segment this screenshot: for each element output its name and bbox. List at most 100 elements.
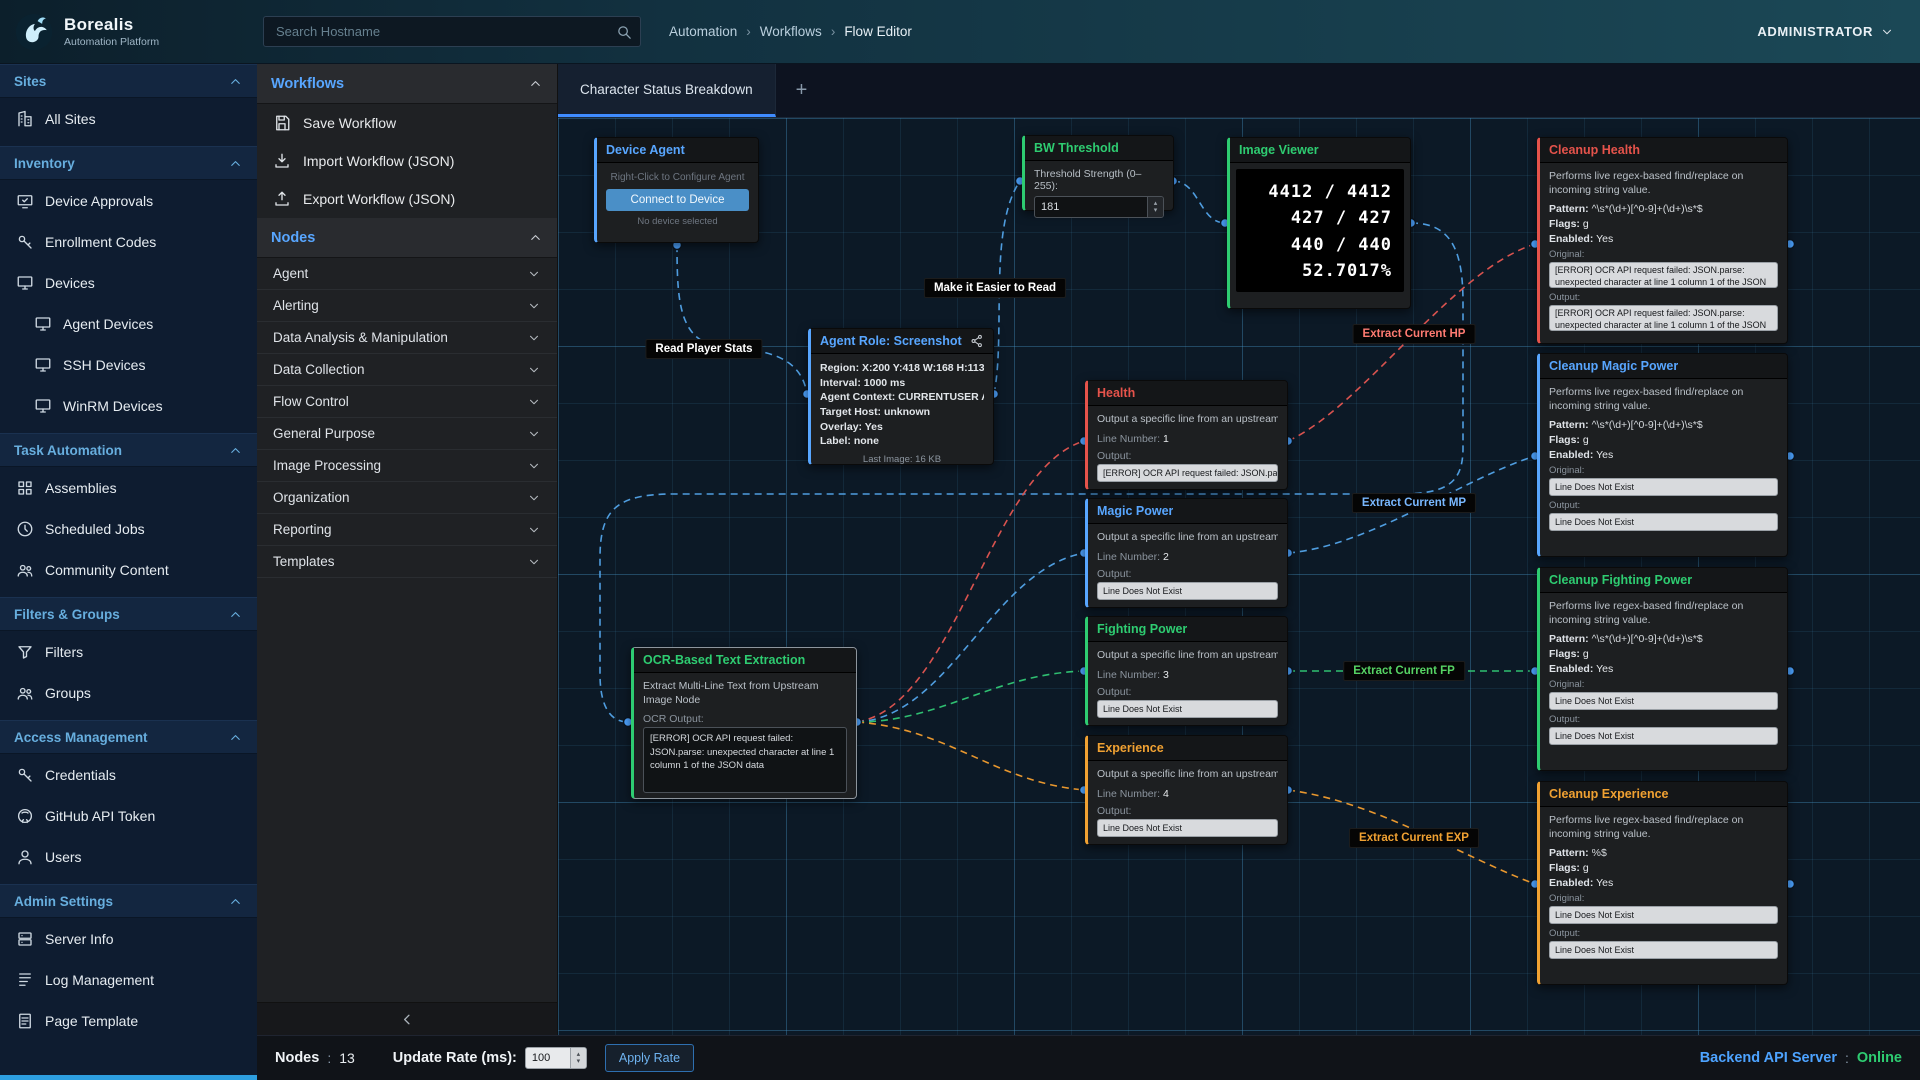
- sidebar-item-all-sites[interactable]: All Sites: [0, 98, 257, 139]
- update-rate-field[interactable]: [526, 1048, 570, 1068]
- node-health[interactable]: Health Output a specific line from an up…: [1085, 380, 1288, 490]
- log-icon: [16, 971, 34, 989]
- node-agent-role-screenshot[interactable]: Agent Role: Screenshot Region: X:200 Y:4…: [808, 328, 994, 465]
- node-category-organization[interactable]: Organization: [257, 482, 557, 514]
- collapse-panel-button[interactable]: [257, 1002, 557, 1035]
- edge-label-extract-current-fp[interactable]: Extract Current FP: [1343, 661, 1465, 681]
- node-cleanup-health[interactable]: Cleanup Health Performs live regex-based…: [1537, 137, 1788, 344]
- workflows-panel-header[interactable]: Workflows: [257, 64, 557, 104]
- edge-label-extract-current-mp[interactable]: Extract Current MP: [1352, 493, 1476, 513]
- node-category-image-processing[interactable]: Image Processing: [257, 450, 557, 482]
- node-experience[interactable]: Experience Output a specific line from a…: [1085, 735, 1288, 845]
- threshold-input[interactable]: ▴▾: [1034, 196, 1164, 218]
- node-header[interactable]: BW Threshold: [1025, 136, 1173, 161]
- node-header[interactable]: Cleanup Experience: [1540, 782, 1787, 807]
- edge-device-agent-to-screenshot[interactable]: [677, 245, 807, 394]
- node-category-data-collection[interactable]: Data Collection: [257, 354, 557, 386]
- nodes-panel-header[interactable]: Nodes: [257, 218, 557, 258]
- sidebar-item-credentials[interactable]: Credentials: [0, 754, 257, 795]
- sidebar-section-admin-settings[interactable]: Admin Settings: [0, 884, 257, 918]
- node-device-agent[interactable]: Device Agent Right-Click to Configure Ag…: [594, 137, 759, 243]
- node-ocr-text-extraction[interactable]: OCR-Based Text Extraction Extract Multi-…: [631, 647, 857, 799]
- edge-bw-threshold-to-image-viewer[interactable]: [1173, 181, 1225, 223]
- node-fighting-power[interactable]: Fighting Power Output a specific line fr…: [1085, 616, 1288, 726]
- node-category-templates[interactable]: Templates: [257, 546, 557, 578]
- node-category-general-purpose[interactable]: General Purpose: [257, 418, 557, 450]
- node-header[interactable]: Cleanup Fighting Power: [1540, 568, 1787, 593]
- breadcrumb-workflows[interactable]: Workflows: [760, 24, 822, 39]
- sidebar-item-device-approvals[interactable]: Device Approvals: [0, 180, 257, 221]
- brand[interactable]: Borealis Automation Platform: [0, 12, 257, 52]
- sidebar-section-filters-groups[interactable]: Filters & Groups: [0, 597, 257, 631]
- sidebar-item-assemblies[interactable]: Assemblies: [0, 467, 257, 508]
- sidebar-item-groups[interactable]: Groups: [0, 672, 257, 713]
- edge-ocr-to-fighting-power[interactable]: [857, 671, 1084, 722]
- node-bw-threshold[interactable]: BW Threshold Threshold Strength (0–255):…: [1022, 135, 1174, 211]
- edge-label-extract-current-exp[interactable]: Extract Current EXP: [1349, 828, 1479, 848]
- save-workflow-button[interactable]: Save Workflow: [257, 104, 557, 142]
- sidebar-section-access-management[interactable]: Access Management: [0, 720, 257, 754]
- edge-ocr-to-experience[interactable]: [857, 722, 1084, 790]
- share-icon[interactable]: [970, 334, 984, 348]
- sidebar-item-github-api-token[interactable]: GitHub API Token: [0, 795, 257, 836]
- node-magic-power[interactable]: Magic Power Output a specific line from …: [1085, 498, 1288, 608]
- edge-ocr-to-health[interactable]: [857, 441, 1084, 722]
- sidebar-section-task-automation[interactable]: Task Automation: [0, 433, 257, 467]
- sidebar-item-page-template[interactable]: Page Template: [0, 1000, 257, 1041]
- node-header[interactable]: Agent Role: Screenshot: [811, 329, 993, 354]
- sidebar-scrollbar[interactable]: [0, 1075, 257, 1080]
- node-image-viewer[interactable]: Image Viewer 4412 / 4412 427 / 427 440 /…: [1227, 137, 1411, 309]
- sidebar-item-ssh-devices[interactable]: SSH Devices: [0, 344, 257, 385]
- update-rate-input[interactable]: ▴▾: [525, 1047, 587, 1069]
- edge-label-make-it-easier-to-read[interactable]: Make it Easier to Read: [924, 278, 1066, 298]
- sidebar-section-sites[interactable]: Sites: [0, 64, 257, 98]
- connect-to-device-button[interactable]: Connect to Device: [606, 189, 749, 211]
- sidebar-item-scheduled-jobs[interactable]: Scheduled Jobs: [0, 508, 257, 549]
- sidebar-item-devices[interactable]: Devices: [0, 262, 257, 303]
- search-icon[interactable]: [616, 24, 633, 41]
- node-header[interactable]: Cleanup Health: [1540, 138, 1787, 163]
- sidebar-item-filters[interactable]: Filters: [0, 631, 257, 672]
- search-input[interactable]: [263, 16, 641, 47]
- sidebar-item-community-content[interactable]: Community Content: [0, 549, 257, 590]
- node-header[interactable]: Experience: [1088, 736, 1287, 761]
- node-category-agent[interactable]: Agent: [257, 258, 557, 290]
- node-category-alerting[interactable]: Alerting: [257, 290, 557, 322]
- node-header[interactable]: Cleanup Magic Power: [1540, 354, 1787, 379]
- sidebar-section-inventory[interactable]: Inventory: [0, 146, 257, 180]
- sidebar-item-winrm-devices[interactable]: WinRM Devices: [0, 385, 257, 426]
- sidebar-item-enrollment-codes[interactable]: Enrollment Codes: [0, 221, 257, 262]
- add-tab-button[interactable]: +: [776, 64, 828, 117]
- sidebar-item-users[interactable]: Users: [0, 836, 257, 877]
- edge-ocr-to-magic-power[interactable]: [857, 553, 1084, 722]
- sidebar-item-agent-devices[interactable]: Agent Devices: [0, 303, 257, 344]
- spinner-icon[interactable]: ▴▾: [1147, 197, 1163, 217]
- node-header[interactable]: Magic Power: [1088, 499, 1287, 524]
- node-header[interactable]: OCR-Based Text Extraction: [634, 648, 856, 673]
- sidebar-item-server-info[interactable]: Server Info: [0, 918, 257, 959]
- node-category-reporting[interactable]: Reporting: [257, 514, 557, 546]
- node-cleanup-experience[interactable]: Cleanup Experience Performs live regex-b…: [1537, 781, 1788, 985]
- label-line: Label: none: [820, 434, 984, 449]
- node-header[interactable]: Image Viewer: [1230, 138, 1410, 163]
- flow-canvas[interactable]: Read Player Stats Make it Easier to Read…: [558, 118, 1920, 1035]
- sidebar-item-log-management[interactable]: Log Management: [0, 959, 257, 1000]
- import-workflow-button[interactable]: Import Workflow (JSON): [257, 142, 557, 180]
- node-cleanup-fighting-power[interactable]: Cleanup Fighting Power Performs live reg…: [1537, 567, 1788, 771]
- apply-rate-button[interactable]: Apply Rate: [605, 1044, 694, 1072]
- account-menu[interactable]: ADMINISTRATOR: [1757, 24, 1920, 39]
- threshold-field[interactable]: [1035, 197, 1147, 217]
- edge-label-read-player-stats[interactable]: Read Player Stats: [645, 339, 762, 359]
- breadcrumb-automation[interactable]: Automation: [669, 24, 737, 39]
- breadcrumb-flow-editor[interactable]: Flow Editor: [844, 24, 912, 39]
- node-category-flow-control[interactable]: Flow Control: [257, 386, 557, 418]
- tab-character-status-breakdown[interactable]: Character Status Breakdown: [558, 64, 776, 117]
- spinner-icon[interactable]: ▴▾: [570, 1048, 586, 1068]
- node-header[interactable]: Fighting Power: [1088, 617, 1287, 642]
- node-header[interactable]: Health: [1088, 381, 1287, 406]
- node-header[interactable]: Device Agent: [597, 138, 758, 163]
- export-workflow-button[interactable]: Export Workflow (JSON): [257, 180, 557, 218]
- node-cleanup-magic-power[interactable]: Cleanup Magic Power Performs live regex-…: [1537, 353, 1788, 557]
- edge-label-extract-current-hp[interactable]: Extract Current HP: [1353, 324, 1476, 344]
- node-category-data-analysis[interactable]: Data Analysis & Manipulation: [257, 322, 557, 354]
